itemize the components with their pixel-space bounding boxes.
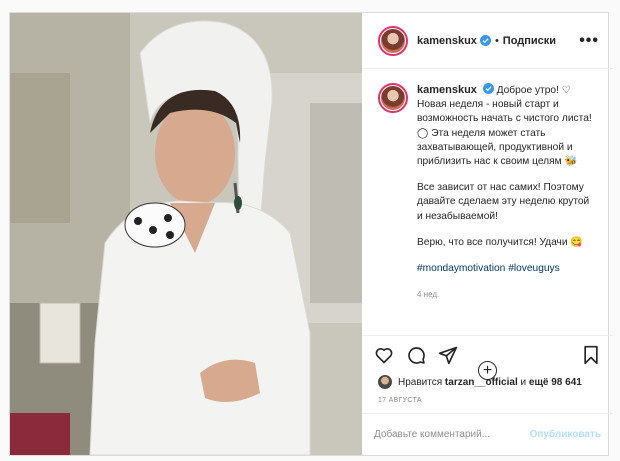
- add-icon[interactable]: +: [478, 361, 497, 380]
- caption-text-2: Все зависит от нас самих! Поэтому давайт…: [417, 182, 590, 222]
- separator-dot: •: [494, 34, 499, 47]
- author-avatar[interactable]: [378, 25, 408, 56]
- hashtag-link[interactable]: #loveuguys: [508, 263, 560, 274]
- likes-prefix: Нравится: [398, 376, 443, 388]
- comment-icon[interactable]: [406, 345, 426, 365]
- following-button[interactable]: Подписки: [503, 35, 556, 47]
- caption-text-1: Доброе утро! ♡ Новая неделя - новый стар…: [417, 85, 592, 168]
- hashtag-link[interactable]: #mondaymotivation: [417, 263, 505, 274]
- author-username[interactable]: kamenskux: [417, 35, 477, 47]
- verified-icon: [479, 35, 491, 46]
- instagram-post: kamenskux • Подписки ••• kamenskux Добро…: [9, 12, 613, 456]
- liker-avatar[interactable]: [378, 375, 392, 389]
- post-date[interactable]: 17 АВГУСТА: [362, 391, 613, 413]
- caption-time-ago: 4 нед.: [417, 290, 440, 300]
- caption-first-paragraph: kamenskux Доброе утро! ♡ Новая неделя - …: [417, 83, 597, 169]
- caption-username[interactable]: kamenskux: [417, 84, 477, 96]
- likes-conjunction: и: [520, 376, 527, 388]
- photo-woman-with-towel: [10, 13, 362, 455]
- share-icon[interactable]: [438, 345, 458, 365]
- verified-icon: [482, 83, 494, 94]
- post-sidebar: kamenskux • Подписки ••• kamenskux Добро…: [362, 13, 613, 455]
- comment-input[interactable]: Добавьте комментарий...: [374, 429, 490, 440]
- publish-button[interactable]: Опубликовать: [530, 429, 601, 440]
- likes-count[interactable]: ещё 98 641: [529, 377, 582, 388]
- caption-text-3: Верю, что все получится! Удачи 😋: [417, 236, 584, 248]
- caption-hashtags: #mondaymotivation #loveuguys: [417, 262, 597, 276]
- post-header: kamenskux • Подписки •••: [362, 13, 613, 69]
- comment-box: Добавьте комментарий... Опубликовать: [362, 413, 613, 455]
- caption-section: kamenskux Доброе утро! ♡ Новая неделя - …: [362, 69, 613, 380]
- caption-avatar[interactable]: [378, 83, 408, 113]
- caption-body: kamenskux Доброе утро! ♡ Новая неделя - …: [417, 83, 597, 335]
- post-photo[interactable]: [10, 13, 362, 455]
- more-options-icon[interactable]: •••: [579, 32, 599, 50]
- bookmark-icon[interactable]: [581, 345, 601, 365]
- heart-icon[interactable]: [374, 345, 394, 365]
